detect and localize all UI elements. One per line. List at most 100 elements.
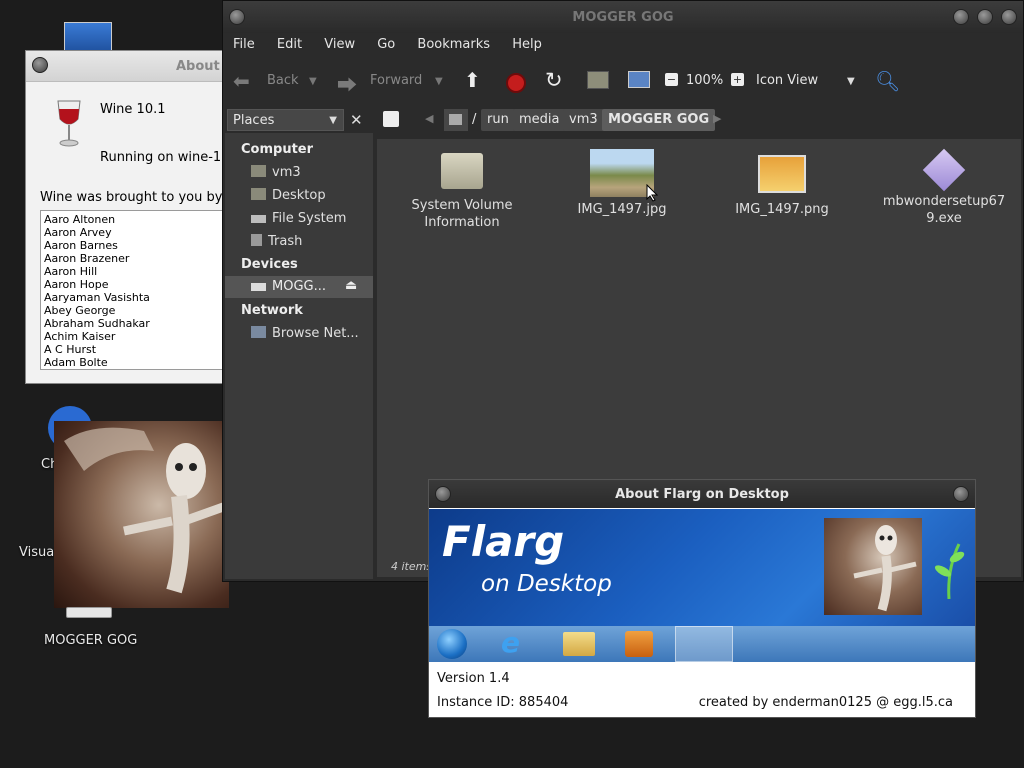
- menu-file[interactable]: File: [233, 37, 255, 52]
- wine-window-title: About W: [176, 59, 224, 74]
- flarg-close-button[interactable]: [953, 486, 969, 502]
- flarg-instance-id: Instance ID: 885404: [437, 695, 569, 710]
- media-player-icon: [625, 631, 653, 657]
- sidebar-item-browse-network[interactable]: Browse Net...: [251, 326, 359, 341]
- eject-icon[interactable]: ⏏︎: [345, 278, 357, 293]
- file-item-img-1497-png[interactable]: IMG_1497.png: [717, 155, 847, 218]
- file-item-system-volume-information[interactable]: System Volume Information: [397, 153, 527, 231]
- breadcrumb-run[interactable]: run: [481, 109, 515, 131]
- sidebar-item-mogg[interactable]: MOGG... ⏏︎: [225, 276, 373, 298]
- internet-explorer-icon: e: [501, 626, 520, 659]
- wine-title-bar[interactable]: About W: [26, 51, 224, 82]
- reload-icon[interactable]: ↻: [545, 68, 563, 92]
- menu-bookmarks[interactable]: Bookmarks: [417, 37, 490, 52]
- sidebar-item-label: MOGG...: [272, 279, 326, 294]
- sidebar-item-label: vm3: [272, 165, 301, 180]
- fm-menubar: File Edit View Go Bookmarks Help: [233, 37, 560, 52]
- home-folder-icon: [251, 165, 266, 177]
- forward-button[interactable]: Forward: [370, 73, 422, 88]
- breadcrumb-media[interactable]: media: [513, 109, 566, 131]
- list-item: Adam Bolte: [44, 356, 108, 369]
- path-left-arrow-icon[interactable]: ◀: [425, 112, 433, 125]
- sidebar-item-label: Browse Net...: [272, 326, 359, 341]
- sidebar-item-file-system[interactable]: File System: [251, 211, 346, 226]
- folder-icon: [441, 153, 483, 189]
- list-item: Aaron Barnes: [44, 239, 118, 252]
- menu-view[interactable]: View: [324, 37, 355, 52]
- sidebar-item-label: File System: [272, 211, 347, 226]
- desktop-icon-label-mogger-gog[interactable]: MOGGER GOG: [44, 633, 137, 648]
- home-icon[interactable]: [587, 71, 609, 89]
- list-item: Aaron Brazener: [44, 252, 130, 265]
- close-sidebar-icon[interactable]: ✕: [350, 111, 363, 129]
- sidebar-item-label: Trash: [268, 234, 303, 249]
- flarg-taskbar: e: [429, 626, 975, 662]
- file-item-mbwondersetup679-exe[interactable]: mbwondersetup679.exe: [877, 148, 1011, 227]
- breadcrumb-root[interactable]: /: [466, 109, 482, 131]
- flarg-brand: Flarg: [442, 517, 565, 566]
- list-item: Aaron Hill: [44, 265, 98, 278]
- stop-icon[interactable]: [506, 73, 526, 93]
- breadcrumb-vm3[interactable]: vm3: [563, 109, 604, 131]
- menu-edit[interactable]: Edit: [277, 37, 302, 52]
- view-mode-select[interactable]: Icon View: [756, 73, 818, 88]
- up-arrow-icon[interactable]: ⬆: [464, 68, 481, 92]
- desktop-icon-label-visual[interactable]: Visual: [19, 545, 58, 560]
- back-button[interactable]: Back: [267, 73, 299, 88]
- breadcrumb-mogger-gog[interactable]: MOGGER GOG: [602, 109, 716, 131]
- drive-icon: [449, 114, 462, 125]
- menu-help[interactable]: Help: [512, 37, 542, 52]
- sidebar-heading-devices: Devices: [241, 257, 298, 272]
- fm-minimize-button[interactable]: [953, 9, 969, 25]
- zoom-out-icon[interactable]: −: [665, 73, 678, 86]
- flarg-subtitle: on Desktop: [481, 571, 612, 597]
- wine-window-menu-button[interactable]: [32, 57, 48, 73]
- edit-location-icon[interactable]: [383, 111, 399, 127]
- back-arrow-icon[interactable]: ⬅: [233, 69, 250, 93]
- fm-maximize-button[interactable]: [977, 9, 993, 25]
- network-icon: [251, 326, 266, 338]
- breadcrumb-drive-icon[interactable]: [444, 109, 468, 131]
- list-item: Aaro Altonen: [44, 213, 116, 226]
- sidebar-item-vm3[interactable]: vm3: [251, 165, 301, 180]
- drive-icon: [251, 215, 266, 223]
- places-select[interactable]: Places ▼: [227, 109, 344, 131]
- sidebar-heading-network: Network: [241, 303, 303, 318]
- flarg-banner: Flarg on Desktop: [429, 509, 975, 626]
- list-item: Achim Kaiser: [44, 330, 116, 343]
- removable-drive-icon: [251, 283, 266, 291]
- fm-toolbar: ⬅ Back ▼ ⮕ Forward ▼ ⬆ ↻ − 100% + Icon V…: [223, 65, 1023, 101]
- explorer-folder-icon: [563, 632, 595, 656]
- list-item: Aaryaman Vasishta: [44, 291, 150, 304]
- path-right-arrow-icon[interactable]: ▶: [713, 112, 721, 125]
- flarg-info: Version 1.4 Instance ID: 885404 created …: [429, 662, 975, 717]
- fm-sidebar: Computer vm3 Desktop File System Trash D…: [225, 133, 373, 579]
- fm-title-bar[interactable]: MOGGER GOG: [223, 1, 1023, 33]
- desktop-folder-icon: [251, 188, 266, 200]
- list-item: Abraham Sudhakar: [44, 317, 150, 330]
- picture-file-icon: [758, 155, 806, 193]
- sidebar-item-desktop[interactable]: Desktop: [251, 188, 326, 203]
- fm-close-button[interactable]: [1001, 9, 1017, 25]
- forward-arrow-icon[interactable]: ⮕: [337, 69, 357, 98]
- zoom-in-icon[interactable]: +: [731, 73, 744, 86]
- flarg-title-bar[interactable]: About Flarg on Desktop: [429, 480, 975, 508]
- wine-running-text: Running on wine-10.1: [100, 150, 224, 165]
- zoom-level: 100%: [686, 73, 724, 88]
- back-dropdown-icon[interactable]: ▼: [309, 76, 317, 87]
- start-orb-icon: [437, 629, 467, 659]
- computer-icon[interactable]: [628, 71, 650, 88]
- file-item-img-1497-jpg[interactable]: IMG_1497.jpg: [557, 149, 687, 218]
- wine-credits-list[interactable]: Aaro Altonen Aaron Arvey Aaron Barnes Aa…: [40, 210, 224, 370]
- menu-go[interactable]: Go: [377, 37, 395, 52]
- mogger-image: [54, 421, 229, 608]
- flarg-credit: created by enderman0125 @ egg.l5.ca: [698, 695, 953, 710]
- search-icon[interactable]: 🔍︎: [875, 69, 900, 93]
- trash-icon: [251, 234, 262, 246]
- forward-dropdown-icon[interactable]: ▼: [435, 76, 443, 87]
- view-mode-dropdown-icon[interactable]: ▼: [847, 76, 855, 87]
- wine-about-window: About W Wine 10.1 Running on wine-10.1 W…: [25, 50, 225, 384]
- list-item: Aaron Hope: [44, 278, 109, 291]
- sidebar-item-trash[interactable]: Trash: [251, 234, 302, 249]
- drive-icon[interactable]: [66, 607, 112, 618]
